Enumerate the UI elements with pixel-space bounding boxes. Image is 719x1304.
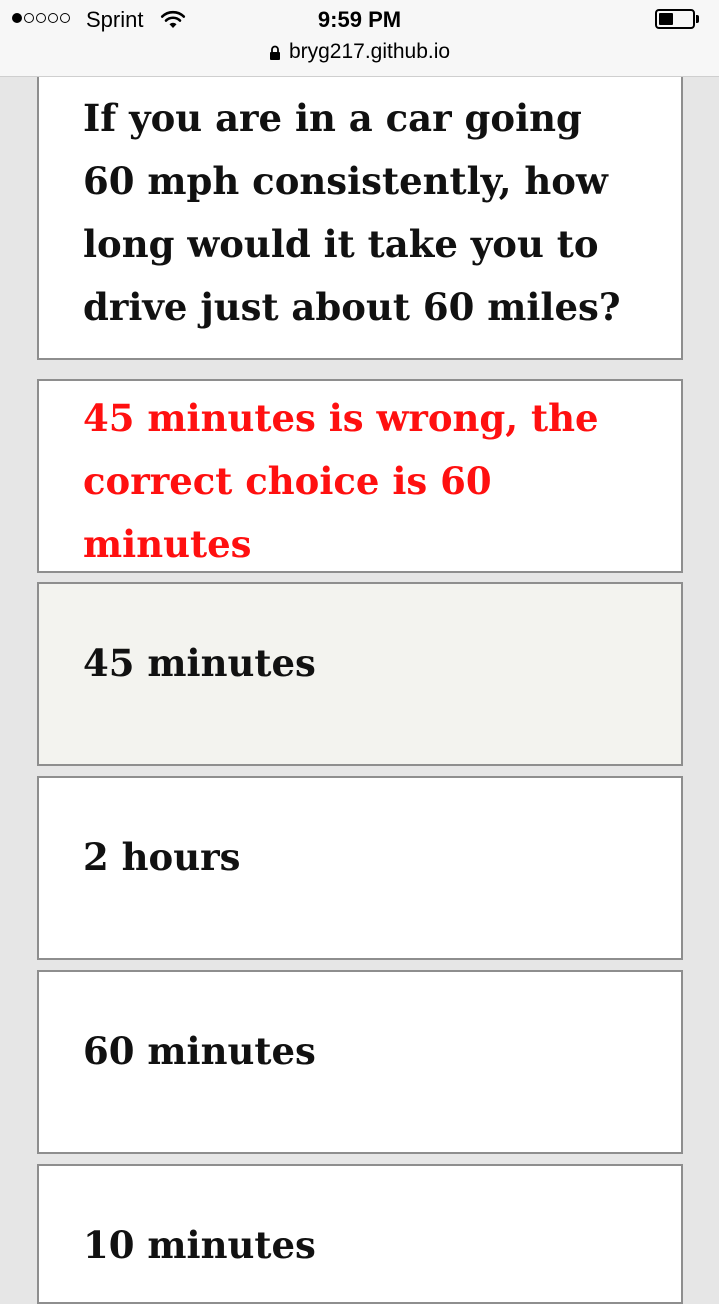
battery-tip — [696, 15, 699, 23]
status-bar: Sprint 9:59 PM — [0, 0, 719, 40]
url-text[interactable]: bryg217.github.io — [289, 40, 450, 64]
question-text: If you are in a car going 60 mph consist… — [83, 96, 621, 329]
lock-icon — [269, 43, 281, 67]
battery-icon — [655, 9, 695, 29]
battery-level — [659, 13, 674, 25]
answer-choice-label: 60 minutes — [83, 1029, 316, 1073]
address-bar[interactable]: bryg217.github.io — [0, 40, 719, 77]
answer-choice-label: 10 minutes — [83, 1223, 316, 1267]
answer-choice-label: 45 minutes — [83, 641, 316, 685]
question-block: Question: 1 of 3 If you are in a car goi… — [83, 68, 643, 339]
answer-choice-10-minutes[interactable]: 10 minutes — [37, 1164, 683, 1304]
question-card: Question: 1 of 3 If you are in a car goi… — [37, 66, 683, 360]
feedback-card: 45 minutes is wrong, the correct choice … — [37, 379, 683, 573]
answer-choice-2-hours[interactable]: 2 hours — [37, 776, 683, 960]
answer-choice-label: 2 hours — [83, 835, 241, 879]
clock-time: 9:59 PM — [317, 7, 402, 32]
answer-choice-60-minutes[interactable]: 60 minutes — [37, 970, 683, 1154]
feedback-message: 45 minutes is wrong, the correct choice … — [83, 396, 599, 566]
answer-choice-45-minutes[interactable]: 45 minutes — [37, 582, 683, 766]
